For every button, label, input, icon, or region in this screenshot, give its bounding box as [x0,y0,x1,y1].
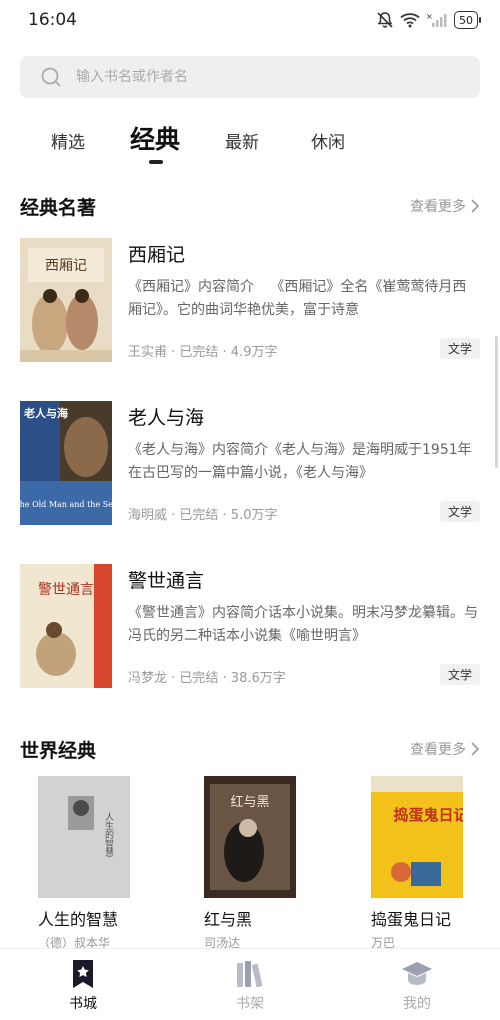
tab-featured[interactable]: 精选 [51,128,85,153]
book-cover[interactable]: 老人与海 The Old Man and the Sea [20,401,112,525]
genre-tag: 文学 [439,338,480,359]
book-item-xixiangji[interactable]: 西厢记 西厢记 《西厢记》内容简介 《西厢记》全名《崔莺莺待月西厢记》。它的曲词… [20,238,480,362]
tab-latest[interactable]: 最新 [225,128,259,153]
search-bar[interactable] [20,56,480,98]
bookshelf-icon [237,961,263,988]
book-title[interactable]: 红与黑 [204,906,324,930]
nav-label: 书城 [69,996,97,1012]
book-meta: 王实甫 · 已完结 · 4.9万字 [128,345,278,360]
book-title[interactable]: 西厢记 [128,240,185,267]
category-tabs: 精选 经典 最新 休闲 [0,118,500,168]
bottom-nav: 书城 书架 我的 [0,948,500,1020]
mute-bell-icon [377,12,393,28]
book-cover[interactable]: 红与黑 [204,776,296,898]
wifi-icon [400,13,420,28]
signal-icon: × [426,12,447,27]
cover-title-text: 人生的智慧 [103,812,114,857]
grid-book-naughty-diary[interactable]: 捣蛋鬼日记 捣蛋鬼日记 万巴 [371,776,491,951]
book-title[interactable]: 老人与海 [128,403,204,430]
status-time: 16:04 [28,10,77,30]
bookstore-icon [73,960,93,988]
cover-title-text: 警世通言 [38,582,94,598]
cover-title-text: 老人与海 [23,406,68,420]
more-link-world-classics[interactable]: 查看更多 [410,739,480,759]
more-link-label: 查看更多 [410,199,466,215]
tab-leisure[interactable]: 休闲 [311,128,345,153]
cover-title-text: 西厢记 [45,258,87,274]
section-title-classic-masterpieces: 经典名著 [20,197,97,219]
more-link-classic-masterpieces[interactable]: 查看更多 [410,196,480,216]
profile-icon [402,962,432,985]
search-input[interactable] [76,69,436,85]
book-title[interactable]: 捣蛋鬼日记 [371,906,491,930]
nav-label: 我的 [403,996,431,1012]
grid-book-red-and-black[interactable]: 红与黑 红与黑 司汤达 [204,776,324,951]
nav-item-bookshelf[interactable]: 书架 [210,959,290,1013]
nav-item-bookstore[interactable]: 书城 [43,959,123,1013]
tab-indicator [149,160,163,164]
book-item-old-man-and-sea[interactable]: 老人与海 The Old Man and the Sea 老人与海 《老人与海》… [20,401,480,525]
genre-tag: 文学 [439,501,480,522]
book-description: 《警世通言》内容简介话本小说集。明末冯梦龙纂辑。与冯氏的另二种话本小说集《喻世明… [128,605,478,644]
book-cover[interactable]: 警世通言 [20,564,112,688]
svg-text:×: × [426,12,433,21]
book-item-jingshi-tongyan[interactable]: 警世通言 警世通言 《警世通言》内容简介话本小说集。明末冯梦龙纂辑。与冯氏的另二… [20,564,480,688]
book-cover[interactable]: 西厢记 [20,238,112,362]
scrollbar[interactable] [495,336,498,468]
status-icons: × 50 [376,11,481,29]
book-title[interactable]: 警世通言 [128,566,204,593]
tab-classic[interactable]: 经典 [130,120,180,156]
book-meta: 海明威 · 已完结 · 5.0万字 [128,508,278,523]
status-bar: 16:04 × 50 [0,0,500,44]
chevron-right-icon [471,199,480,213]
book-description: 《西厢记》内容简介 《西厢记》全名《崔莺莺待月西厢记》。它的曲词华艳优美，富于诗… [128,279,467,318]
nav-label: 书架 [236,996,264,1012]
book-meta: 冯梦龙 · 已完结 · 38.6万字 [128,671,286,686]
book-cover[interactable]: 人生的智慧 [38,776,130,898]
cover-subtitle-text: The Old Man and the Sea [20,500,112,509]
section-title-world-classics: 世界经典 [20,740,97,762]
book-title[interactable]: 人生的智慧 [38,906,158,930]
book-description: 《老人与海》内容简介《老人与海》是海明威于1951年在古巴写的一篇中篇小说，《老… [128,442,472,481]
grid-book-wisdom-of-life[interactable]: 人生的智慧 人生的智慧 （德）叔本华 [38,776,158,951]
cover-title-text: 捣蛋鬼日记 [393,806,463,824]
genre-tag: 文学 [439,664,480,685]
chevron-right-icon [471,742,480,756]
more-link-label: 查看更多 [410,742,466,758]
battery-indicator: 50 [454,11,481,29]
book-cover[interactable]: 捣蛋鬼日记 [371,776,463,898]
cover-title-text: 红与黑 [230,794,269,810]
search-icon [41,67,61,87]
nav-item-profile[interactable]: 我的 [377,959,457,1013]
